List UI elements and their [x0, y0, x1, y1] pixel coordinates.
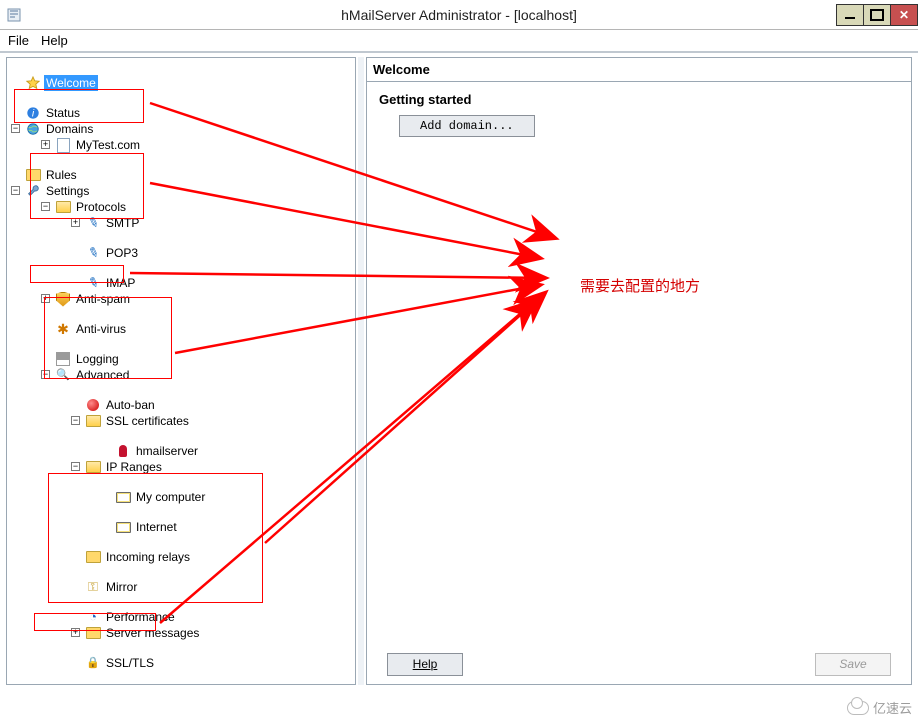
toggle-advanced[interactable]: [41, 370, 50, 379]
window-title: hMailServer Administrator - [localhost]: [341, 7, 577, 23]
folder-icon: [25, 167, 41, 183]
toggle-domains[interactable]: [11, 124, 20, 133]
tree-advanced[interactable]: Advanced: [74, 367, 131, 383]
tree-status[interactable]: Status: [44, 105, 82, 121]
tree-sslcerts[interactable]: SSL certificates: [104, 413, 191, 429]
toggle-antispam[interactable]: [41, 294, 50, 303]
save-button: Save: [815, 653, 891, 676]
computer-icon: [115, 519, 131, 535]
close-button[interactable]: [890, 4, 918, 26]
log-icon: [55, 351, 71, 367]
globe-icon: [25, 121, 41, 137]
star-icon: [25, 75, 41, 91]
tree-pane[interactable]: Welcome iStatus Domains MyTest.com Rules…: [6, 57, 356, 685]
tree-antispam[interactable]: Anti-spam: [74, 291, 132, 307]
tree-mycomputer[interactable]: My computer: [134, 489, 207, 505]
tree-autoban[interactable]: Auto-ban: [104, 397, 157, 413]
tree-antivirus[interactable]: Anti-virus: [74, 321, 128, 337]
app-icon: [6, 7, 22, 23]
tree-mytest[interactable]: MyTest.com: [74, 137, 142, 153]
virus-icon: [55, 321, 71, 337]
content-header: Welcome: [366, 57, 912, 82]
computer-icon: [115, 489, 131, 505]
toggle-mytest[interactable]: [41, 140, 50, 149]
toggle-servermsg[interactable]: [71, 628, 80, 637]
tree-pop3[interactable]: POP3: [104, 245, 140, 261]
tree-servermsg[interactable]: Server messages: [104, 625, 201, 641]
tree-internet[interactable]: Internet: [134, 519, 179, 535]
tree-welcome[interactable]: Welcome: [44, 75, 98, 91]
content-body: Getting started Add domain... Help Save: [366, 82, 912, 685]
folder-icon: [85, 549, 101, 565]
toggle-ipranges[interactable]: [71, 462, 80, 471]
watermark: 亿速云: [847, 698, 912, 717]
minimize-button[interactable]: [836, 4, 864, 26]
ribbon-icon: [115, 443, 131, 459]
tree-domains[interactable]: Domains: [44, 121, 95, 137]
tree-settings[interactable]: Settings: [44, 183, 91, 199]
menu-file[interactable]: File: [8, 33, 29, 48]
search-icon: [55, 367, 71, 383]
splitter[interactable]: [358, 57, 364, 685]
info-icon: i: [25, 105, 41, 121]
tree-hmailserver[interactable]: hmailserver: [134, 443, 200, 459]
lock-icon: [85, 655, 101, 671]
feather-icon: [85, 215, 101, 231]
folder-open-icon: [85, 459, 101, 475]
toggle-protocols[interactable]: [41, 202, 50, 211]
shield-icon: [55, 291, 71, 307]
folder-open-icon: [85, 413, 101, 429]
tree-protocols[interactable]: Protocols: [74, 199, 128, 215]
toggle-sslcerts[interactable]: [71, 416, 80, 425]
tree-incoming[interactable]: Incoming relays: [104, 549, 192, 565]
help-button[interactable]: Help: [387, 653, 463, 676]
reddot-icon: [85, 397, 101, 413]
tree-mirror[interactable]: Mirror: [104, 579, 139, 595]
tree-ipranges[interactable]: IP Ranges: [104, 459, 164, 475]
tree-performance[interactable]: Performance: [104, 609, 177, 625]
folder-icon: [85, 625, 101, 641]
add-domain-button[interactable]: Add domain...: [399, 115, 535, 137]
key-icon: [85, 579, 101, 595]
page-icon: [55, 137, 71, 153]
wrench-icon: [25, 183, 41, 199]
feather-icon: [85, 275, 101, 291]
annotation-label: 需要去配置的地方: [580, 275, 700, 296]
folder-open-icon: [55, 199, 71, 215]
gauge-icon: [85, 609, 101, 625]
toggle-settings[interactable]: [11, 186, 20, 195]
toggle-smtp[interactable]: [71, 218, 80, 227]
menu-help[interactable]: Help: [41, 33, 68, 48]
tree-smtp[interactable]: SMTP: [104, 215, 141, 231]
menubar: File Help: [0, 30, 918, 52]
feather-icon: [85, 245, 101, 261]
tree-ssltls[interactable]: SSL/TLS: [104, 655, 156, 671]
maximize-button[interactable]: [863, 4, 891, 26]
getting-started-label: Getting started: [379, 92, 899, 107]
titlebar: hMailServer Administrator - [localhost]: [0, 0, 918, 30]
tree-logging[interactable]: Logging: [74, 351, 121, 367]
tree-rules[interactable]: Rules: [44, 167, 79, 183]
tree-imap[interactable]: IMAP: [104, 275, 137, 291]
